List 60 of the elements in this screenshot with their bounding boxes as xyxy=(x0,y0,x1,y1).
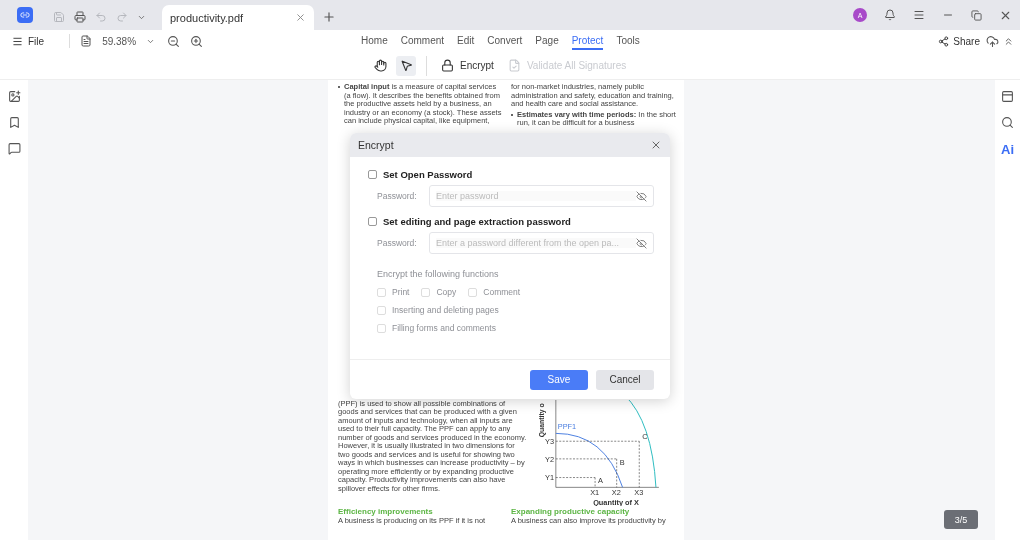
section-heading: Efficiency improvements xyxy=(338,506,434,517)
zoom-in-icon[interactable] xyxy=(190,34,204,48)
lock-icon xyxy=(441,59,454,72)
section-heading: Expanding productive capacity xyxy=(511,506,631,517)
search-icon[interactable] xyxy=(1001,116,1014,129)
cloud-upload-icon[interactable] xyxy=(986,34,999,48)
app-logo-icon[interactable] xyxy=(17,7,33,23)
plus-icon[interactable] xyxy=(322,10,336,24)
page-indicator: 3/5 xyxy=(944,510,978,529)
document-tab[interactable]: productivity.pdf xyxy=(162,5,314,30)
menu-tab[interactable]: Tools xyxy=(616,32,640,50)
option-label: Comment xyxy=(483,287,521,297)
encrypt-button[interactable]: Encrypt xyxy=(437,59,498,72)
field-label: Password: xyxy=(377,191,418,201)
image-icon[interactable] xyxy=(7,90,21,103)
menu-tab[interactable]: Convert xyxy=(487,32,523,50)
pointer-tool-button[interactable] xyxy=(396,55,416,76)
cancel-button[interactable]: Cancel xyxy=(596,369,654,390)
field-label: Password: xyxy=(377,238,418,248)
password-field[interactable]: Enter password xyxy=(429,185,654,207)
comment-icon[interactable] xyxy=(7,142,21,155)
panel-icon[interactable] xyxy=(1001,90,1014,103)
file-menu-button[interactable]: File xyxy=(12,35,45,47)
option-label: Copy xyxy=(436,287,457,297)
collapse-icon[interactable] xyxy=(1003,35,1014,47)
link-icon xyxy=(20,10,30,20)
menu-tab[interactable]: Comment xyxy=(400,32,445,50)
document-check-icon xyxy=(507,59,521,72)
zoom-out-icon[interactable] xyxy=(167,34,181,48)
menu-tab[interactable]: Protect xyxy=(571,32,604,50)
menu-tab[interactable]: Page xyxy=(535,32,559,50)
option-label: Filling forms and comments xyxy=(392,323,496,333)
close-icon[interactable] xyxy=(650,139,662,151)
menu-icon xyxy=(12,35,23,47)
section-label: Encrypt the following functions xyxy=(377,269,500,279)
print-icon[interactable] xyxy=(74,11,86,23)
menu-tab[interactable]: Edit xyxy=(457,32,475,50)
bookmark-icon[interactable] xyxy=(7,116,21,129)
eye-off-icon[interactable] xyxy=(636,190,647,202)
share-icon xyxy=(938,35,950,47)
bell-icon[interactable] xyxy=(884,9,896,21)
checkbox[interactable] xyxy=(368,217,377,226)
checkbox[interactable] xyxy=(368,170,377,179)
option-label: Inserting and deleting pages xyxy=(392,305,499,315)
dialog-title: Encrypt xyxy=(358,139,394,151)
ai-button[interactable]: Ai xyxy=(1001,142,1014,157)
close-icon[interactable] xyxy=(295,12,306,23)
zoom-value: 59.38% xyxy=(102,35,137,47)
option-label: Set Open Password xyxy=(383,169,473,180)
eye-off-icon[interactable] xyxy=(636,237,647,249)
restore-icon[interactable] xyxy=(971,9,982,21)
menu-icon[interactable] xyxy=(913,9,925,21)
option-label: Print xyxy=(392,287,410,297)
share-button[interactable]: Share xyxy=(938,35,980,47)
option-label: Set editing and page extraction password xyxy=(383,216,571,227)
menu-tab[interactable]: Home xyxy=(361,32,388,50)
hand-icon xyxy=(373,59,387,72)
page-icon[interactable] xyxy=(80,35,93,47)
save-button[interactable]: Save xyxy=(530,369,588,390)
pointer-icon xyxy=(399,59,413,72)
